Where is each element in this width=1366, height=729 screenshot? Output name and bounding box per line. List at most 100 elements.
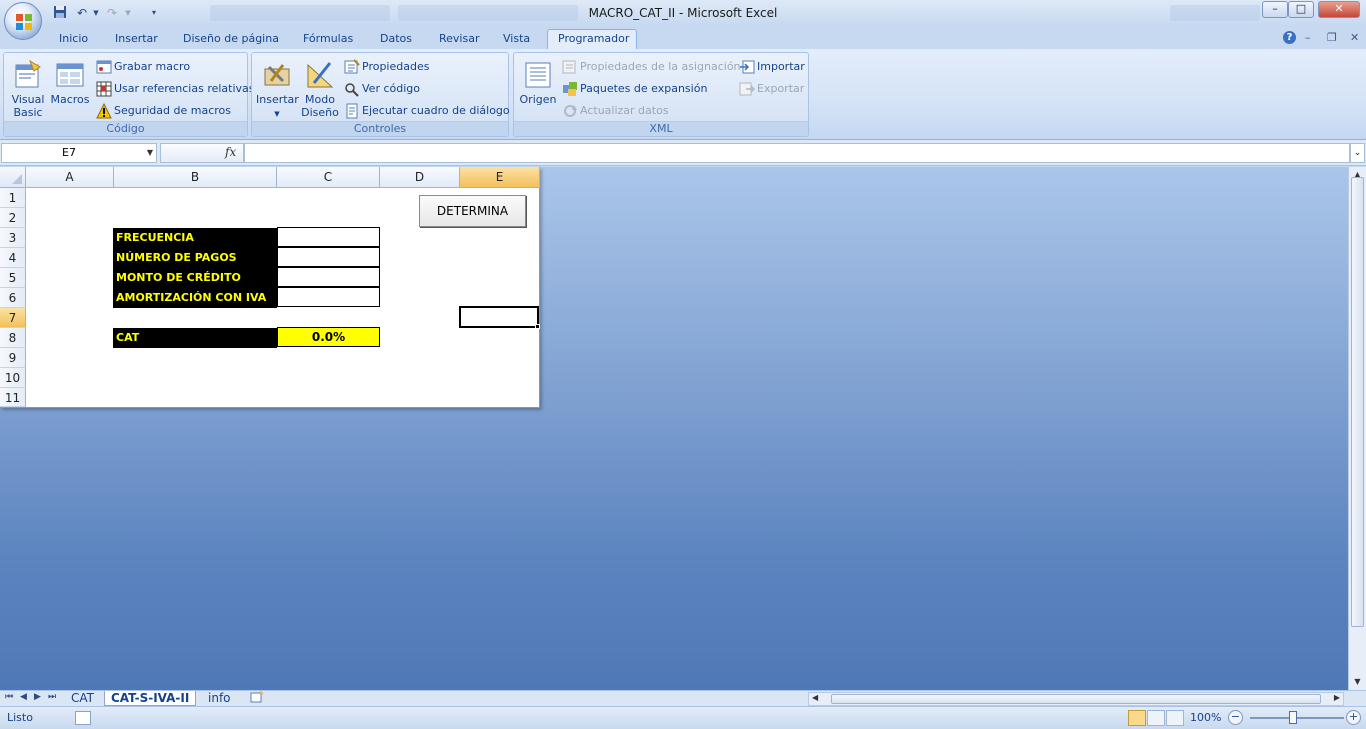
horizontal-scroll-thumb[interactable] [831,694,1321,704]
insertar-control-button[interactable]: Insertar ▼ [256,59,299,121]
macros-button[interactable]: Macros [50,59,90,106]
chevron-down-icon[interactable]: ▼ [147,144,153,162]
ejecutar-dialogo-button[interactable]: Ejecutar cuadro de diálogo [344,103,510,119]
normal-view-icon[interactable] [1128,710,1146,726]
row-header-10[interactable]: 10 [0,368,26,388]
column-header-c[interactable]: C [277,167,380,188]
vertical-scrollbar[interactable]: ▲ ▼ [1348,167,1366,690]
select-all-button[interactable] [0,167,26,188]
tab-programador[interactable]: Programador [558,32,629,45]
label-frecuencia[interactable]: FRECUENCIA [113,228,277,248]
vertical-scroll-thumb[interactable] [1351,177,1364,627]
tab-inicio[interactable]: Inicio [59,32,88,45]
status-text: Listo [7,711,33,724]
customize-qat-icon[interactable]: ▾ [146,5,162,21]
visual-basic-button[interactable]: Visual Basic [8,59,48,119]
propiedades-button[interactable]: Propiedades [344,59,429,75]
modo-diseno-button[interactable]: Modo Diseño [300,59,340,119]
label-amortizacion[interactable]: AMORTIZACIÓN CON IVA [113,288,277,308]
next-sheet-icon[interactable]: ▶ [34,692,41,702]
input-amortizacion[interactable] [277,287,380,307]
name-box[interactable]: E7 ▼ [1,143,157,163]
grabar-macro-button[interactable]: Grabar macro [96,59,190,75]
row-header-3[interactable]: 3 [0,228,26,248]
seguridad-macros-button[interactable]: Seguridad de macros [96,103,231,119]
actualizar-datos-button[interactable]: Actualizar datos [562,103,669,119]
macro-recording-icon[interactable] [75,711,91,725]
tab-datos[interactable]: Datos [380,32,412,45]
chevron-down-icon[interactable]: ▼ [120,5,136,21]
scroll-left-icon[interactable]: ◀ [812,693,818,702]
column-header-a[interactable]: A [26,167,114,188]
relative-references-icon [96,81,112,97]
close-button[interactable]: ✕ [1318,1,1360,18]
row-header-8[interactable]: 8 [0,328,26,348]
input-monto-credito[interactable] [277,267,380,287]
last-sheet-icon[interactable]: ⏭ [48,692,56,702]
exportar-button[interactable]: Exportar [739,81,804,97]
column-header-e[interactable]: E [460,167,540,188]
row-header-7[interactable]: 7 [0,308,26,328]
scroll-right-icon[interactable]: ▶ [1334,693,1340,702]
ver-codigo-button[interactable]: Ver código [344,81,420,97]
zoom-out-icon[interactable]: − [1228,710,1243,725]
workbook-restore-button[interactable]: ❐ [1327,31,1337,44]
workbook-close-button[interactable]: ✕ [1350,31,1359,44]
cat-result[interactable]: 0.0% [277,327,380,347]
workbook-minimize-button[interactable]: – [1305,31,1311,44]
sheet-tab-info[interactable]: info [202,691,237,706]
tab-vista[interactable]: Vista [503,32,530,45]
tab-diseno-pagina[interactable]: Diseño de página [183,32,279,45]
insert-sheet-icon[interactable] [244,690,270,706]
scroll-down-icon[interactable]: ▼ [1349,674,1366,689]
label-numero-pagos[interactable]: NÚMERO DE PAGOS [113,248,277,268]
worksheet-window: A B C D E 1 2 3 4 5 6 7 8 9 10 11 FRECUE… [0,167,540,408]
row-header-2[interactable]: 2 [0,208,26,228]
input-frecuencia[interactable] [277,227,380,247]
row-header-5[interactable]: 5 [0,268,26,288]
tab-revisar[interactable]: Revisar [439,32,479,45]
row-header-9[interactable]: 9 [0,348,26,368]
expand-formula-icon[interactable]: ⌄ [1350,143,1365,163]
fill-handle[interactable] [535,324,540,329]
horizontal-scrollbar[interactable]: ◀ ▶ [808,692,1344,706]
help-icon[interactable]: ? [1283,31,1296,44]
importar-button[interactable]: Importar [739,59,805,75]
exportar-label: Exportar [757,82,805,95]
zoom-level[interactable]: 100% [1190,711,1221,724]
usar-referencias-button[interactable]: Usar referencias relativas [96,81,255,97]
row-header-4[interactable]: 4 [0,248,26,268]
propiedades-asignacion-button[interactable]: Propiedades de la asignación [562,59,741,75]
sheet-tab-cat[interactable]: CAT [65,691,100,706]
redo-icon[interactable]: ↷ [104,5,120,21]
page-layout-view-icon[interactable] [1147,710,1165,726]
chevron-down-icon[interactable]: ▼ [88,5,104,21]
active-cell-e7[interactable] [459,306,540,329]
tab-formulas[interactable]: Fórmulas [303,32,353,45]
insert-function-icon[interactable]: fx [225,145,236,159]
first-sheet-icon[interactable]: ⏮ [5,692,13,702]
maximize-button[interactable]: □ [1288,1,1314,18]
zoom-slider[interactable] [1250,717,1344,719]
page-break-view-icon[interactable] [1166,710,1184,726]
input-numero-pagos[interactable] [277,247,380,267]
minimize-button[interactable]: – [1262,1,1288,18]
zoom-slider-thumb[interactable] [1289,711,1297,724]
office-button[interactable] [4,2,42,40]
column-header-d[interactable]: D [380,167,460,188]
tab-insertar[interactable]: Insertar [115,32,158,45]
row-header-6[interactable]: 6 [0,288,26,308]
label-monto-credito[interactable]: MONTO DE CRÉDITO [113,268,277,288]
column-header-b[interactable]: B [114,167,277,188]
origen-button[interactable]: Origen [518,59,558,106]
row-header-11[interactable]: 11 [0,388,26,407]
sheet-tab-cat-s-iva-ii[interactable]: CAT-S-IVA-II [104,691,197,706]
label-cat[interactable]: CAT [113,328,277,348]
formula-input[interactable] [244,143,1350,163]
row-header-1[interactable]: 1 [0,188,26,208]
prev-sheet-icon[interactable]: ◀ [20,692,27,702]
zoom-in-icon[interactable]: + [1346,710,1361,725]
save-icon[interactable] [52,5,68,21]
determina-button[interactable]: DETERMINA [419,195,526,227]
paquetes-expansion-button[interactable]: Paquetes de expansión [562,81,707,97]
